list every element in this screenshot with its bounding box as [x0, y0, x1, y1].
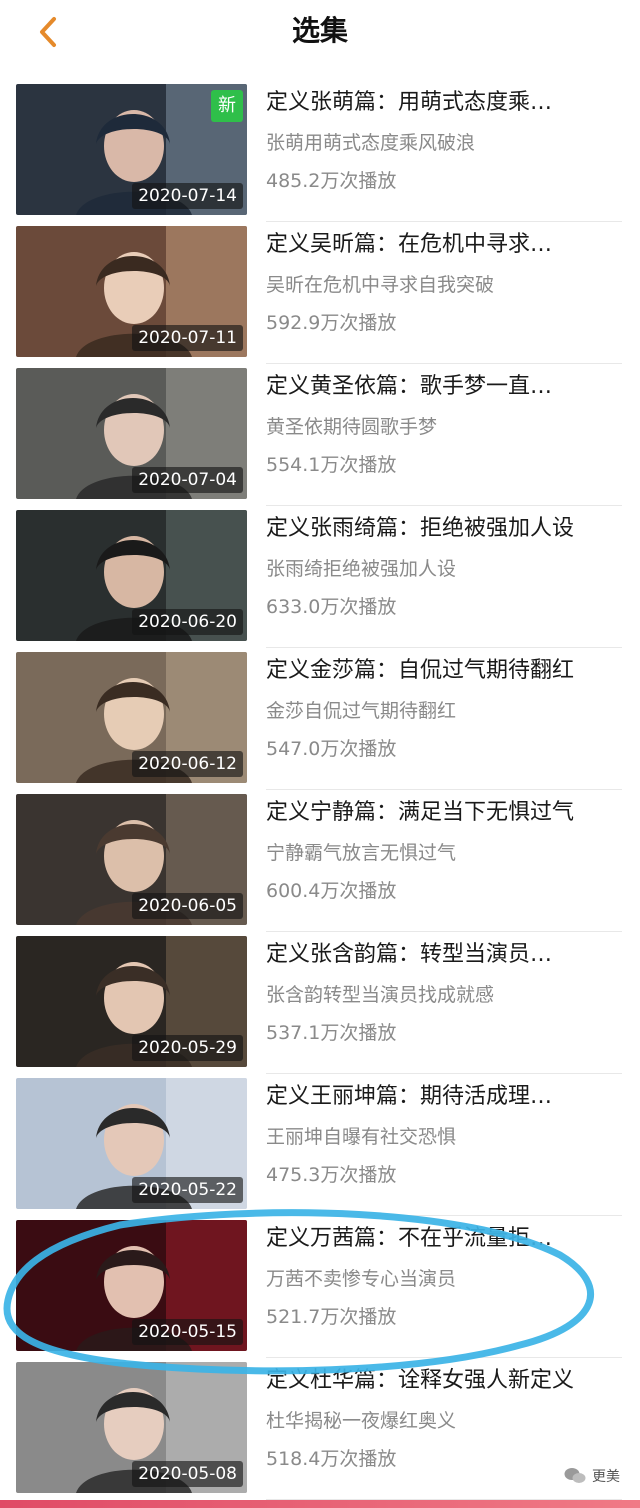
- episode-thumbnail[interactable]: 2020-07-11: [16, 226, 247, 357]
- episode-subtitle: 杜华揭秘一夜爆红奥义: [266, 1410, 457, 1432]
- bottom-edge-bar: [0, 1500, 640, 1508]
- episode-subtitle: 吴昕在危机中寻求自我突破: [266, 274, 495, 296]
- date-badge: 2020-05-22: [132, 1177, 243, 1203]
- episode-item[interactable]: 2020-06-05 定义宁静篇：满足当下无惧过气 宁静霸气放言无惧过气 600…: [0, 790, 640, 932]
- episode-title[interactable]: 定义金莎篇：自侃过气期待翻红: [266, 656, 626, 686]
- episode-thumbnail[interactable]: 2020-05-08: [16, 1362, 247, 1493]
- episode-thumbnail[interactable]: 2020-05-22: [16, 1078, 247, 1209]
- episode-thumbnail[interactable]: 2020-06-20: [16, 510, 247, 641]
- wechat-icon: [564, 1468, 586, 1483]
- episode-item[interactable]: 新 2020-07-14 定义张萌篇：用萌式态度乘… 张萌用萌式态度乘风破浪 4…: [0, 80, 640, 222]
- episode-item[interactable]: 2020-05-08 定义杜华篇：诠释女强人新定义 杜华揭秘一夜爆红奥义 518…: [0, 1358, 640, 1500]
- episode-subtitle: 金莎自侃过气期待翻红: [266, 700, 457, 722]
- episode-title[interactable]: 定义王丽坤篇：期待活成理…: [266, 1082, 626, 1112]
- episode-item[interactable]: 2020-05-15 定义万茜篇：不在乎流量拒… 万茜不卖惨专心当演员 521.…: [0, 1216, 640, 1358]
- play-count: 547.0万次播放: [266, 738, 397, 760]
- episode-subtitle: 张雨绮拒绝被强加人设: [266, 558, 457, 580]
- new-badge: 新: [211, 90, 243, 122]
- play-count: 518.4万次播放: [266, 1448, 397, 1470]
- episode-title[interactable]: 定义宁静篇：满足当下无惧过气: [266, 798, 626, 828]
- episode-item[interactable]: 2020-07-11 定义吴昕篇：在危机中寻求… 吴昕在危机中寻求自我突破 59…: [0, 222, 640, 364]
- episode-title[interactable]: 定义吴昕篇：在危机中寻求…: [266, 230, 626, 260]
- episode-item[interactable]: 2020-06-12 定义金莎篇：自侃过气期待翻红 金莎自侃过气期待翻红 547…: [0, 648, 640, 790]
- episode-subtitle: 万茜不卖惨专心当演员: [266, 1268, 457, 1290]
- episode-title[interactable]: 定义张雨绮篇：拒绝被强加人设: [266, 514, 626, 544]
- date-badge: 2020-05-08: [132, 1461, 243, 1487]
- header: 选集: [0, 0, 640, 62]
- episode-item[interactable]: 2020-07-04 定义黄圣依篇：歌手梦一直… 黄圣依期待圆歌手梦 554.1…: [0, 364, 640, 506]
- date-badge: 2020-06-12: [132, 751, 243, 777]
- episode-thumbnail[interactable]: 2020-06-05: [16, 794, 247, 925]
- watermark: 更美: [564, 1466, 620, 1486]
- date-badge: 2020-05-29: [132, 1035, 243, 1061]
- episode-title[interactable]: 定义杜华篇：诠释女强人新定义: [266, 1366, 626, 1396]
- date-badge: 2020-07-14: [132, 183, 243, 209]
- episode-subtitle: 张含韵转型当演员找成就感: [266, 984, 495, 1006]
- episode-thumbnail[interactable]: 2020-06-12: [16, 652, 247, 783]
- watermark-text: 更美: [592, 1469, 620, 1485]
- play-count: 554.1万次播放: [266, 454, 397, 476]
- episode-thumbnail[interactable]: 2020-05-29: [16, 936, 247, 1067]
- episode-thumbnail[interactable]: 2020-05-15: [16, 1220, 247, 1351]
- episode-subtitle: 宁静霸气放言无惧过气: [266, 842, 457, 864]
- play-count: 633.0万次播放: [266, 596, 397, 618]
- episode-title[interactable]: 定义张含韵篇：转型当演员…: [266, 940, 626, 970]
- episode-title[interactable]: 定义万茜篇：不在乎流量拒…: [266, 1224, 626, 1254]
- episode-thumbnail[interactable]: 2020-07-04: [16, 368, 247, 499]
- date-badge: 2020-06-05: [132, 893, 243, 919]
- play-count: 600.4万次播放: [266, 880, 397, 902]
- play-count: 521.7万次播放: [266, 1306, 397, 1328]
- episode-subtitle: 张萌用萌式态度乘风破浪: [266, 132, 476, 154]
- date-badge: 2020-05-15: [132, 1319, 243, 1345]
- date-badge: 2020-07-04: [132, 467, 243, 493]
- play-count: 485.2万次播放: [266, 170, 397, 192]
- episode-list: 新 2020-07-14 定义张萌篇：用萌式态度乘… 张萌用萌式态度乘风破浪 4…: [0, 80, 640, 1500]
- date-badge: 2020-06-20: [132, 609, 243, 635]
- episode-title[interactable]: 定义张萌篇：用萌式态度乘…: [266, 88, 626, 118]
- episode-item[interactable]: 2020-05-29 定义张含韵篇：转型当演员… 张含韵转型当演员找成就感 53…: [0, 932, 640, 1074]
- episode-subtitle: 黄圣依期待圆歌手梦: [266, 416, 438, 438]
- episode-thumbnail[interactable]: 新 2020-07-14: [16, 84, 247, 215]
- episode-title[interactable]: 定义黄圣依篇：歌手梦一直…: [266, 372, 626, 402]
- play-count: 537.1万次播放: [266, 1022, 397, 1044]
- episode-item[interactable]: 2020-05-22 定义王丽坤篇：期待活成理… 王丽坤自曝有社交恐惧 475.…: [0, 1074, 640, 1216]
- play-count: 475.3万次播放: [266, 1164, 397, 1186]
- episode-item[interactable]: 2020-06-20 定义张雨绮篇：拒绝被强加人设 张雨绮拒绝被强加人设 633…: [0, 506, 640, 648]
- episode-subtitle: 王丽坤自曝有社交恐惧: [266, 1126, 457, 1148]
- play-count: 592.9万次播放: [266, 312, 397, 334]
- date-badge: 2020-07-11: [132, 325, 243, 351]
- page-title: 选集: [291, 14, 348, 47]
